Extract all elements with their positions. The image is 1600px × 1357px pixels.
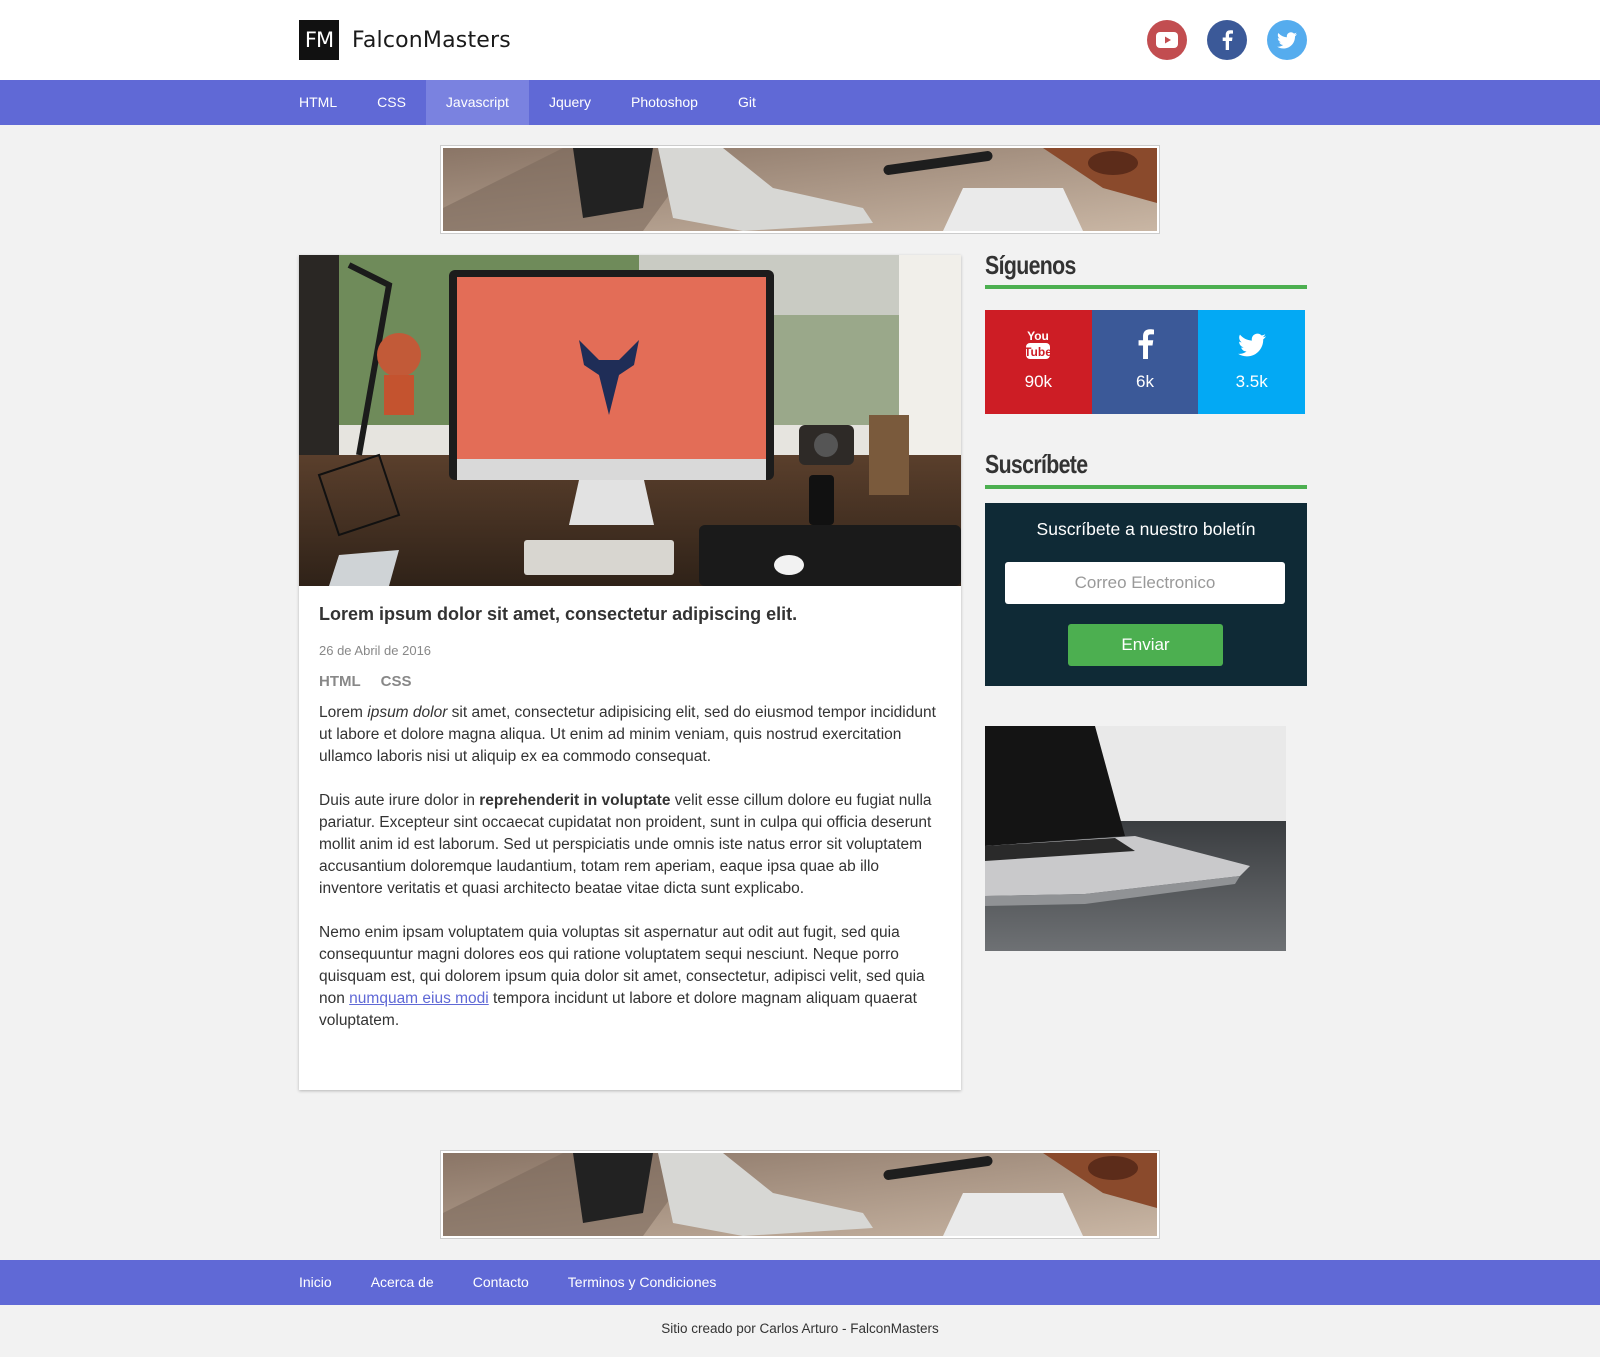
youtube-count: 90k xyxy=(1024,372,1053,391)
facebook-icon[interactable] xyxy=(1207,20,1247,60)
article-tags: HTML CSS xyxy=(319,673,941,690)
footer-link-inicio[interactable]: Inicio xyxy=(299,1260,332,1305)
article-hero-image xyxy=(299,255,961,586)
nav-item-javascript[interactable]: Javascript xyxy=(425,80,529,125)
header-social-links xyxy=(1147,20,1307,60)
follow-heading: Síguenos xyxy=(985,250,1076,280)
youtube-stat[interactable]: You Tube 90k xyxy=(985,310,1092,414)
footer-link-acerca[interactable]: Acerca de xyxy=(371,1260,434,1305)
newsletter-box: Suscríbete a nuestro boletín Correo Elec… xyxy=(985,503,1307,686)
nav-item-photoshop[interactable]: Photoshop xyxy=(611,80,718,125)
twitter-stat[interactable]: 3.5k xyxy=(1198,310,1306,414)
tag-css[interactable]: CSS xyxy=(381,673,412,690)
paragraph-text: Duis aute irure dolor in xyxy=(319,792,480,809)
article-card: Lorem ipsum dolor sit amet, consectetur … xyxy=(299,255,961,1090)
bold-text: reprehenderit in voluptate xyxy=(479,792,671,809)
facebook-count: 6k xyxy=(1136,372,1154,391)
italic-text: ipsum dolor xyxy=(367,704,448,721)
nav-item-css[interactable]: CSS xyxy=(357,80,426,125)
follow-heading-underline xyxy=(985,285,1307,289)
site-logo[interactable]: FM FalconMasters xyxy=(299,20,511,60)
sidebar-ad-image[interactable] xyxy=(985,726,1286,951)
nav-item-jquery[interactable]: Jquery xyxy=(529,80,611,125)
banner-image xyxy=(443,1153,1157,1236)
facebook-icon xyxy=(1138,329,1154,359)
tag-html[interactable]: HTML xyxy=(319,673,361,690)
subscribe-heading-underline xyxy=(985,485,1307,489)
article-link[interactable]: numquam eius modi xyxy=(349,990,489,1007)
bottom-banner-ad[interactable] xyxy=(440,1150,1160,1239)
logo-text: FalconMasters xyxy=(352,27,511,53)
article-date: 26 de Abril de 2016 xyxy=(319,643,432,658)
twitter-count: 3.5k xyxy=(1235,372,1268,391)
top-banner-ad[interactable] xyxy=(440,145,1160,234)
newsletter-title: Suscríbete a nuestro boletín xyxy=(1036,519,1256,539)
twitter-icon[interactable] xyxy=(1267,20,1307,60)
send-button[interactable]: Enviar xyxy=(1068,624,1223,666)
nav-item-git[interactable]: Git xyxy=(718,80,776,125)
youtube-icon: You Tube xyxy=(1025,329,1051,359)
site-header: FM FalconMasters xyxy=(0,0,1600,80)
footer-nav: Inicio Acerca de Contacto Terminos y Con… xyxy=(0,1260,1600,1305)
youtube-icon[interactable] xyxy=(1147,20,1187,60)
article-title[interactable]: Lorem ipsum dolor sit amet, consectetur … xyxy=(319,604,941,625)
email-field[interactable]: Correo Electronico xyxy=(1005,562,1285,604)
social-stats: You Tube 90k 6k 3.5k xyxy=(985,310,1306,414)
footer-link-terminos[interactable]: Terminos y Condiciones xyxy=(568,1260,717,1305)
logo-mark: FM xyxy=(299,20,339,60)
banner-image xyxy=(443,148,1157,231)
footer-credit: Sitio creado por Carlos Arturo - FalconM… xyxy=(661,1321,939,1336)
facebook-stat[interactable]: 6k xyxy=(1091,310,1199,414)
svg-text:Tube: Tube xyxy=(1025,345,1051,359)
article-paragraph: Duis aute irure dolor in reprehenderit i… xyxy=(319,790,941,900)
nav-item-html[interactable]: HTML xyxy=(299,80,357,125)
main-nav: HTML CSS Javascript Jquery Photoshop Git xyxy=(0,80,1600,125)
footer-link-contacto[interactable]: Contacto xyxy=(473,1260,529,1305)
svg-text:You: You xyxy=(1027,329,1049,343)
article-paragraph: Lorem ipsum dolor sit amet, consectetur … xyxy=(319,702,941,768)
article-paragraph: Nemo enim ipsam voluptatem quia voluptas… xyxy=(319,922,941,1032)
twitter-icon xyxy=(1237,333,1266,357)
subscribe-heading: Suscríbete xyxy=(985,449,1088,479)
paragraph-text: Lorem xyxy=(319,704,368,721)
